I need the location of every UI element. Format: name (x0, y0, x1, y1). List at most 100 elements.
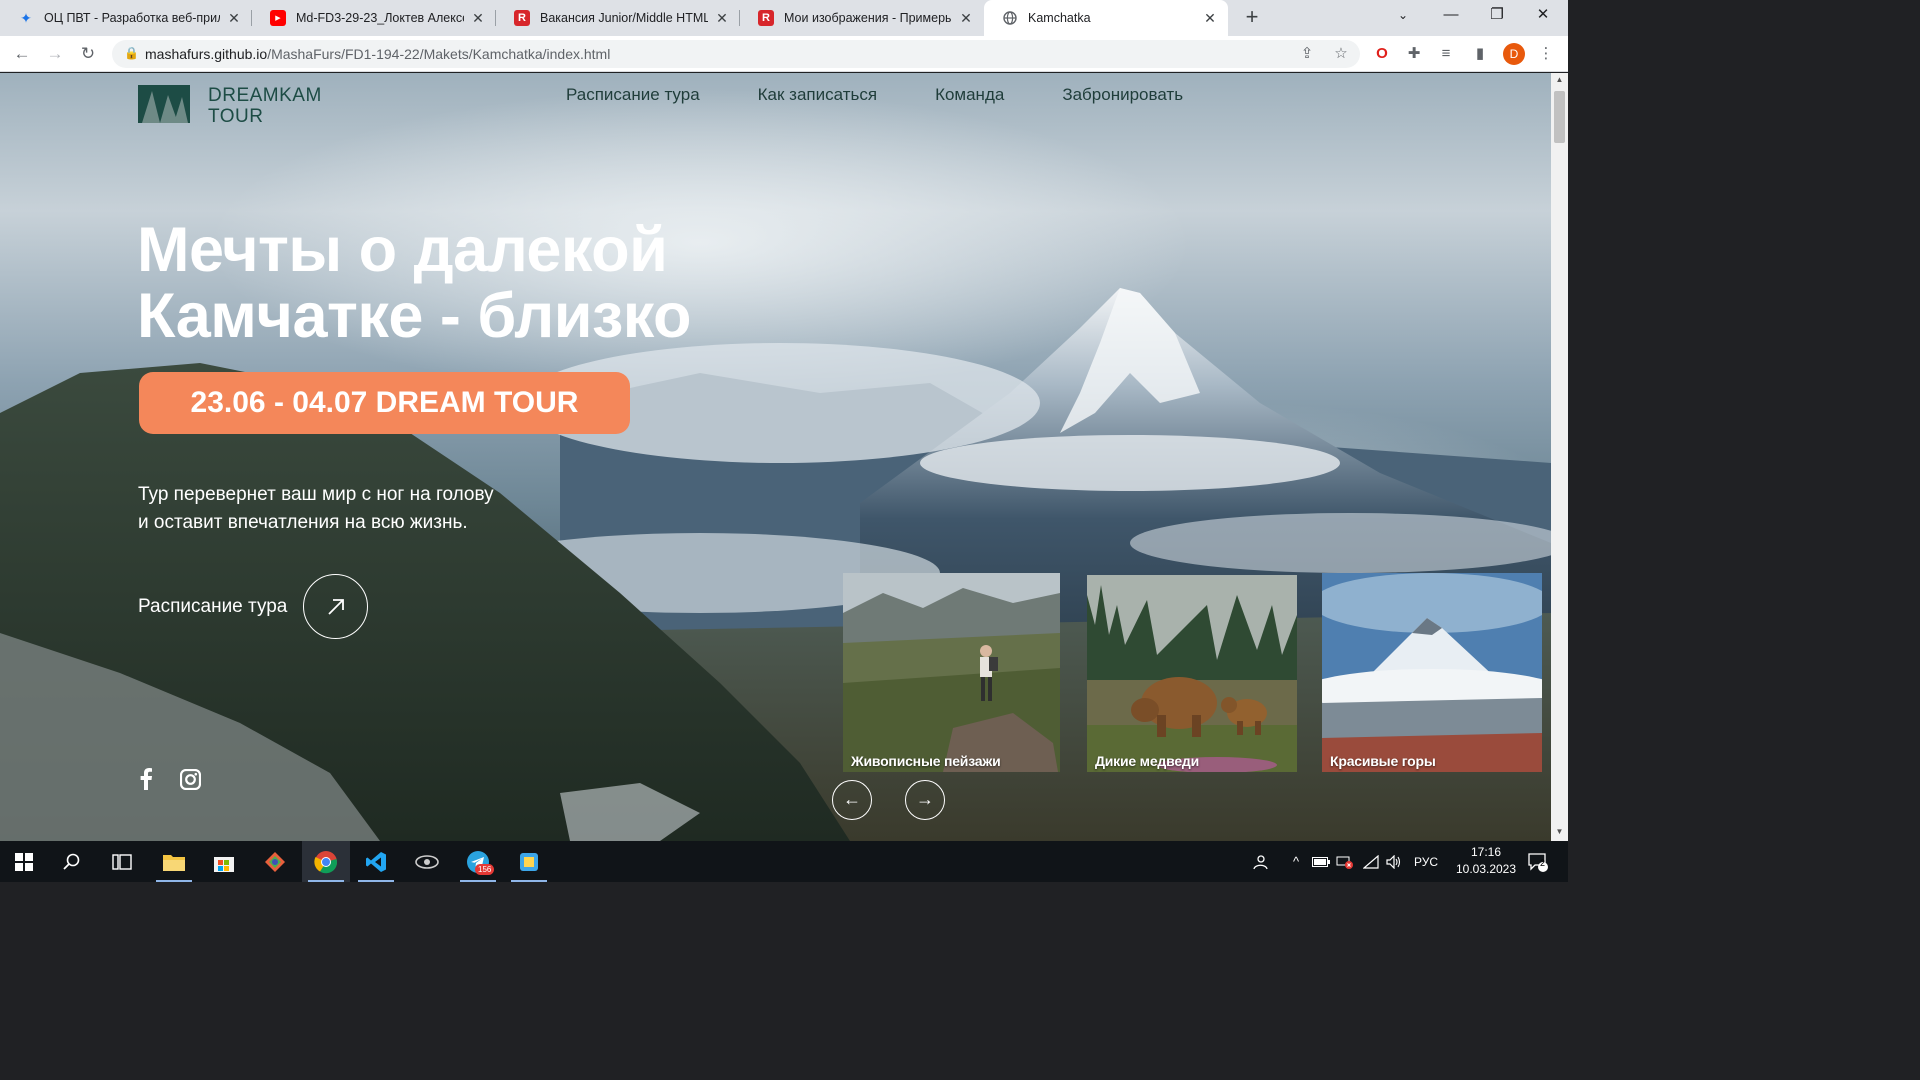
scroll-up-arrow-icon[interactable]: ▲ (1554, 75, 1565, 84)
card-caption: Живописные пейзажи (851, 753, 1001, 769)
bears-photo (1087, 575, 1297, 772)
url-host: mashafurs.github.io (145, 46, 268, 62)
close-icon[interactable]: ✕ (958, 10, 974, 27)
search-icon[interactable] (48, 841, 96, 882)
logo-mountain-icon (138, 85, 190, 123)
tab-title: Kamchatka (1028, 11, 1091, 25)
minimize-button[interactable]: — (1428, 0, 1474, 32)
main-navigation: Расписание тура Как записаться Команда З… (566, 85, 1241, 105)
scrollbar-thumb[interactable] (1554, 91, 1565, 143)
site-logo[interactable]: DREAMKAM TOUR (138, 85, 322, 127)
hero-title-line-2: Камчатке - близко (137, 281, 691, 351)
page-viewport: DREAMKAM TOUR Расписание тура Как записа… (0, 73, 1551, 841)
browser-tab[interactable]: R Вакансия Junior/Middle HTML-в ✕ (496, 0, 740, 36)
notification-count: 2 (1540, 858, 1546, 868)
battery-icon[interactable] (1310, 841, 1332, 882)
ic-pvt-icon: ✦ (20, 9, 32, 26)
vscode-icon[interactable] (352, 841, 400, 882)
youtube-icon: ▶ (270, 10, 286, 26)
facebook-icon[interactable] (135, 768, 157, 790)
hero-description: Тур перевернет ваш мир с ног на голову и… (138, 481, 538, 537)
logo-line-1: DREAMKAM (208, 85, 322, 106)
task-view-icon[interactable] (98, 841, 146, 882)
hero-title-line-1: Мечты о далекой (137, 215, 668, 285)
microsoft-store-icon[interactable] (200, 841, 248, 882)
restore-button[interactable]: ❐ (1474, 0, 1520, 32)
tab-title: Мои изображения - Примеры р (784, 11, 952, 25)
gallery-card-landscapes[interactable]: Живописные пейзажи (843, 573, 1060, 772)
bookmark-star-icon[interactable]: ☆ (1330, 44, 1352, 64)
gallery-card-mountains[interactable]: Красивые горы (1322, 573, 1542, 772)
window-close-button[interactable]: ✕ (1520, 0, 1566, 32)
hero-description-line-1: Тур перевернет ваш мир с ног на голову (138, 484, 494, 505)
close-icon[interactable]: ✕ (714, 10, 730, 27)
sticky-app-icon[interactable] (505, 841, 553, 882)
browser-tab[interactable]: ▶ Md-FD3-29-23_Локтев Алексей ✕ (252, 0, 496, 36)
nav-link-how-to-join[interactable]: Как записаться (758, 85, 877, 105)
url-path: /MashaFurs/FD1-194-22/Makets/Kamchatka/i… (267, 46, 611, 62)
opera-extension-icon[interactable]: O (1368, 40, 1396, 68)
language-indicator[interactable]: РУС (1410, 841, 1442, 882)
git-app-icon[interactable] (251, 841, 299, 882)
close-icon[interactable]: ✕ (1202, 10, 1218, 27)
profile-avatar[interactable]: D (1503, 43, 1525, 65)
globe-icon (1002, 10, 1018, 26)
media-queue-icon[interactable]: ≡ (1432, 40, 1460, 68)
reload-icon[interactable]: ↻ (74, 40, 102, 68)
schedule-arrow-button[interactable] (303, 574, 368, 639)
chrome-icon[interactable] (302, 841, 350, 882)
telegram-unread-badge: 156 (475, 864, 495, 875)
notifications-icon[interactable]: 2 (1520, 841, 1556, 882)
tab-title: ОЦ ПВТ - Разработка веб-прил (44, 11, 220, 25)
browser-tab[interactable]: R Мои изображения - Примеры р ✕ (740, 0, 984, 36)
hero-description-line-2: и оставит впечатления на всю жизнь. (138, 512, 468, 533)
speaker-icon[interactable] (1383, 841, 1405, 882)
clock-date: 10.03.2023 (1455, 862, 1517, 876)
gallery-next-button[interactable]: → (905, 780, 945, 820)
address-bar[interactable]: 🔒 mashafurs.github.io/MashaFurs/FD1-194-… (112, 40, 1360, 68)
instagram-icon[interactable] (179, 768, 201, 790)
landscape-photo (843, 573, 1060, 772)
back-arrow-icon[interactable]: ← (8, 40, 36, 68)
nav-link-book[interactable]: Забронировать (1062, 85, 1183, 105)
close-icon[interactable]: ✕ (226, 10, 242, 27)
extensions-puzzle-icon[interactable]: ✚ (1400, 40, 1428, 68)
nav-link-schedule[interactable]: Расписание тура (566, 85, 700, 105)
scroll-down-arrow-icon[interactable]: ▼ (1554, 827, 1565, 836)
forward-arrow-icon[interactable]: → (41, 40, 69, 68)
browser-tab[interactable]: ✦ ОЦ ПВТ - Разработка веб-прил ✕ (0, 0, 252, 36)
menu-kebab-icon[interactable]: ⋮ (1532, 40, 1560, 68)
browser-tab-bar: ✦ ОЦ ПВТ - Разработка веб-прил ✕ ▶ Md-FD… (0, 0, 1568, 36)
browser-tab-active[interactable]: Kamchatka ✕ (984, 0, 1228, 36)
hero-background-image (0, 288, 1551, 841)
system-clock[interactable]: 17:16 10.03.2023 (1440, 844, 1532, 878)
logo-text: DREAMKAM TOUR (208, 85, 322, 127)
close-icon[interactable]: ✕ (470, 10, 486, 27)
page-scrollbar[interactable]: ▲ ▼ (1551, 73, 1568, 841)
telegram-icon[interactable] (454, 841, 502, 882)
people-icon[interactable] (1248, 841, 1272, 882)
share-icon[interactable]: ⇪ (1296, 44, 1318, 64)
side-panel-icon[interactable]: ▮ (1466, 40, 1494, 68)
gallery-prev-button[interactable]: ← (832, 780, 872, 820)
new-tab-button[interactable]: + (1238, 4, 1266, 32)
windows-start-icon[interactable] (0, 841, 48, 882)
r-logo-icon: R (758, 10, 774, 26)
tab-title: Вакансия Junior/Middle HTML-в (540, 11, 708, 25)
wifi-icon[interactable] (1360, 841, 1382, 882)
tray-chevron-up-icon[interactable]: ^ (1286, 841, 1306, 882)
hero-title: Мечты о далекой Камчатке - близко (137, 217, 837, 349)
tab-search-chevron-icon[interactable]: ⌄ (1380, 0, 1426, 32)
eye-app-icon[interactable] (403, 841, 451, 882)
clock-time: 17:16 (1470, 845, 1502, 859)
file-explorer-icon[interactable] (150, 841, 198, 882)
logo-line-2: TOUR (208, 106, 264, 127)
r-logo-icon: R (514, 10, 530, 26)
gallery-card-bears[interactable]: Дикие медведи (1087, 575, 1297, 772)
network-error-icon[interactable] (1334, 841, 1356, 882)
nav-link-team[interactable]: Команда (935, 85, 1004, 105)
url-text[interactable]: mashafurs.github.io/MashaFurs/FD1-194-22… (145, 46, 610, 62)
tab-title: Md-FD3-29-23_Локтев Алексей (296, 11, 464, 25)
schedule-link[interactable]: Расписание тура (138, 596, 287, 618)
windows-taskbar: ^ РУС 17:16 10.03.2023 2 (0, 841, 1568, 882)
